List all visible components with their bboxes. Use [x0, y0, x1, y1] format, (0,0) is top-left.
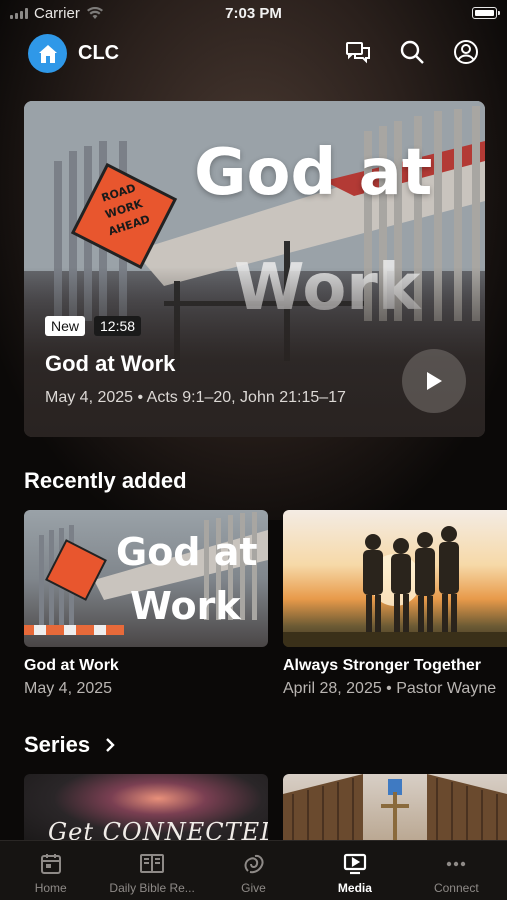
account-icon[interactable]: [452, 38, 480, 66]
give-icon: [244, 854, 263, 874]
featured-sermon-card[interactable]: ROAD WORK AHEAD God at Work New 12:58 Go…: [24, 101, 485, 437]
app-header: CLC: [28, 32, 480, 74]
recent-item-title: Always Stronger Together: [283, 657, 481, 674]
series-heading-link[interactable]: Series: [24, 732, 116, 758]
book-icon: [140, 854, 165, 873]
recent-item-date: April 28, 2025 • Pastor Wayne: [283, 680, 497, 697]
series-card[interactable]: [283, 774, 507, 844]
media-icon: [343, 853, 367, 875]
hero-art-title-line1: God at: [194, 136, 433, 210]
play-icon: [427, 372, 442, 390]
recent-item-card[interactable]: Always Stronger Together April 28, 2025 …: [283, 510, 507, 698]
more-icon: [447, 861, 466, 867]
recent-item-art-line2: Work: [130, 584, 241, 628]
new-badge: New: [45, 316, 86, 336]
clock: 7:03 PM: [225, 5, 282, 22]
search-icon[interactable]: [398, 38, 426, 66]
tab-give-label: Give: [241, 881, 266, 895]
tab-connect[interactable]: Connect: [406, 841, 507, 900]
messages-icon[interactable]: [344, 38, 372, 66]
duration-badge: 12:58: [94, 316, 142, 336]
tab-daily-bible-reading-label: Daily Bible Re...: [109, 881, 195, 895]
tab-give[interactable]: Give: [203, 841, 304, 900]
tab-home-label: Home: [34, 881, 67, 895]
tab-media[interactable]: Media: [304, 841, 405, 900]
status-bar: Carrier 7:03 PM: [0, 0, 507, 28]
recently-added-heading: Recently added: [24, 468, 187, 493]
church-logo-icon[interactable]: [28, 34, 67, 73]
tab-daily-bible-reading[interactable]: Daily Bible Re...: [101, 841, 202, 900]
play-button[interactable]: [402, 349, 466, 413]
recent-item-title: God at Work: [24, 657, 119, 674]
series-card[interactable]: Get CONNECTED: [24, 774, 268, 844]
tab-media-label: Media: [337, 881, 372, 895]
bottom-tab-bar: Home Daily Bible Re... Give Media Connec…: [0, 840, 507, 900]
battery-icon: [472, 7, 500, 19]
hero-meta: May 4, 2025 • Acts 9:1–20, John 21:15–17: [45, 389, 346, 406]
series-heading: Series: [24, 732, 91, 757]
series-carousel: Get CONNECTED: [24, 774, 507, 844]
recent-item-date: May 4, 2025: [24, 680, 113, 697]
recent-item-card[interactable]: God at Work God at Work May 4, 2025: [24, 510, 268, 698]
tab-home[interactable]: Home: [0, 841, 101, 900]
recent-item-thumbnail: [283, 510, 507, 647]
calendar-icon: [40, 854, 61, 874]
recent-item-art-line1: God at: [116, 530, 258, 574]
hero-title: God at Work: [45, 351, 176, 376]
chevron-right-icon: [106, 738, 115, 752]
app-name: CLC: [78, 42, 120, 64]
tab-connect-label: Connect: [433, 881, 479, 895]
hero-badges: New 12:58: [45, 316, 142, 336]
recent-item-thumbnail: God at Work: [24, 510, 268, 647]
